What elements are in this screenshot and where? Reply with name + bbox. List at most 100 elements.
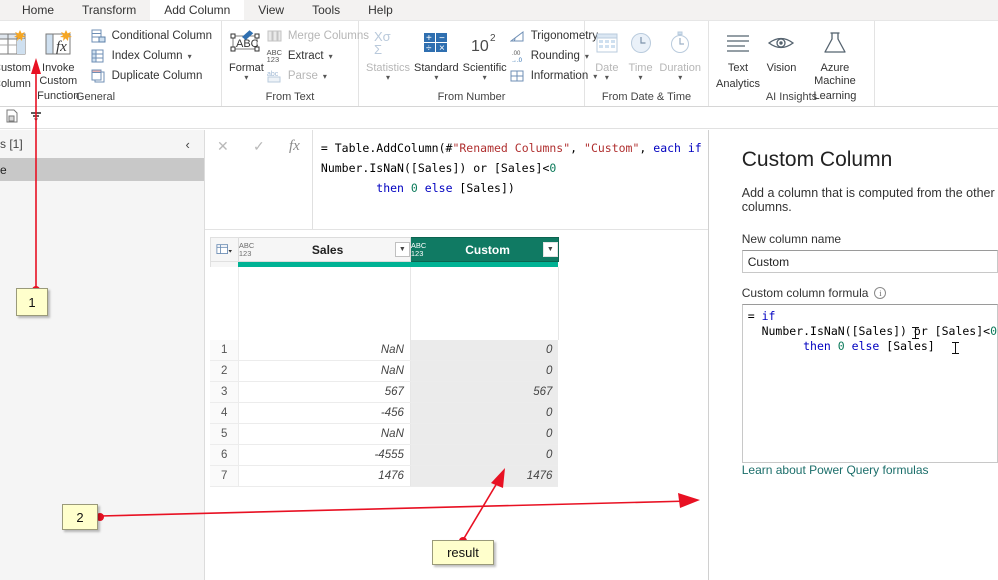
standard-button[interactable]: + − ÷ × Standard ▾ <box>412 25 461 81</box>
table-row[interactable]: 7 1476 1476 <box>210 465 559 487</box>
row-index: 7 <box>210 465 239 487</box>
column-filter-dropdown-sales[interactable]: ▼ <box>394 242 410 257</box>
cell-sales[interactable]: 567 <box>237 381 411 403</box>
information-icon <box>509 68 526 84</box>
cell-custom[interactable]: 1476 <box>410 465 559 487</box>
table-row[interactable]: 1 NaN 0 <box>210 339 559 361</box>
ribbon-group-from-date-time-title: From Date & Time <box>601 91 692 103</box>
grid-blank-index <box>210 266 239 340</box>
tab-add-column[interactable]: Add Column <box>150 0 245 20</box>
type-icon-abc123: ABC 123 <box>238 241 255 258</box>
queries-pane-title: s [1] <box>0 137 23 151</box>
cancel-icon[interactable]: ✕ <box>217 138 229 155</box>
table-corner-button[interactable] <box>209 237 239 262</box>
formula-bar: ✕ ✓ fx = Table.AddColumn(#"Renamed Colum… <box>204 130 708 230</box>
table-row[interactable]: 2 NaN 0 <box>210 360 559 382</box>
row-index: 2 <box>210 360 239 382</box>
query-toolbar-strip <box>0 107 998 129</box>
fx-icon[interactable]: fx <box>289 138 300 155</box>
column-header-sales[interactable]: ABC 123 Sales ▼ <box>237 237 411 262</box>
info-icon[interactable]: i <box>874 287 887 299</box>
ribbon-tab-bar: Home Transform Add Column View Tools Hel… <box>0 0 998 21</box>
conditional-column-label: Conditional Column <box>111 30 212 42</box>
chevron-down-icon[interactable]: ▾ <box>639 73 643 81</box>
new-column-name-input[interactable]: Custom <box>741 250 998 273</box>
vision-eye-icon <box>766 27 796 59</box>
chevron-down-icon[interactable]: ▾ <box>605 73 609 81</box>
duplicate-column-icon <box>90 68 107 84</box>
custom-column-button[interactable]: Custom Column <box>0 25 33 90</box>
table-row[interactable]: 3 567 567 <box>210 381 559 403</box>
svg-text:Σ: Σ <box>374 42 382 57</box>
formula-bar-input[interactable]: = Table.AddColumn(#"Renamed Columns", "C… <box>313 130 708 229</box>
conditional-column-button[interactable]: Conditional Column <box>90 26 216 46</box>
extract-button[interactable]: ABC 123 Extract ▾ <box>266 46 373 66</box>
chevron-down-icon[interactable]: ▾ <box>329 52 333 61</box>
query-list-item[interactable]: e <box>0 158 204 181</box>
cell-custom[interactable]: 0 <box>410 423 559 445</box>
table-row[interactable]: 6 -4555 0 <box>210 444 559 466</box>
collapse-pane-icon[interactable]: ‹ <box>186 137 196 152</box>
cell-sales[interactable]: 1476 <box>237 465 411 487</box>
azure-machine-learning-icon <box>821 27 849 59</box>
custom-column-formula-input[interactable]: = if Number.IsNaN([Sales]) or [Sales]<0 … <box>741 304 998 463</box>
tab-transform[interactable]: Transform <box>68 0 150 20</box>
cell-custom[interactable]: 0 <box>410 339 559 361</box>
cell-custom[interactable]: 567 <box>410 381 559 403</box>
vision-button[interactable]: Vision <box>762 25 801 75</box>
grid-blank-custom <box>409 266 559 340</box>
column-filter-dropdown-custom[interactable]: ▼ <box>542 242 558 257</box>
svg-text:10: 10 <box>471 38 489 55</box>
index-column-button[interactable]: Index Column ▾ <box>90 46 216 66</box>
index-column-label: Index Column <box>111 50 183 62</box>
stopwatch-icon <box>667 27 693 59</box>
cell-sales[interactable]: NaN <box>237 423 411 445</box>
text-cursor-icon <box>951 342 959 354</box>
duplicate-column-button[interactable]: Duplicate Column <box>90 66 216 86</box>
statistics-sigma-icon: Χσ Σ <box>371 27 405 59</box>
table-row[interactable]: 5 NaN 0 <box>210 423 559 445</box>
tab-tools[interactable]: Tools <box>298 0 354 20</box>
new-source-icon[interactable] <box>4 108 21 128</box>
custom-column-formula-label: Custom column formula i <box>742 286 998 300</box>
table-row[interactable]: 4 -456 0 <box>210 402 559 424</box>
cell-custom[interactable]: 0 <box>410 444 559 466</box>
format-abc-icon: ABC <box>229 27 263 59</box>
cell-custom[interactable]: 0 <box>410 360 559 382</box>
cell-sales[interactable]: NaN <box>237 360 411 382</box>
statistics-button[interactable]: Χσ Σ Statistics ▾ <box>364 25 412 81</box>
chevron-down-icon[interactable]: ▾ <box>323 72 327 81</box>
merge-columns-button[interactable]: Merge Columns <box>266 26 373 46</box>
chevron-down-icon[interactable]: ▾ <box>434 73 438 81</box>
cell-sales[interactable]: -4555 <box>237 444 411 466</box>
text-analytics-button[interactable]: Text Analytics <box>714 25 762 90</box>
column-name-custom: Custom <box>465 242 510 257</box>
cell-sales[interactable]: -456 <box>237 402 411 424</box>
cell-sales[interactable]: NaN <box>237 339 411 361</box>
chevron-down-icon[interactable]: ▾ <box>386 73 390 81</box>
tab-home[interactable]: Home <box>8 0 68 20</box>
preview-table: ABC 123 Sales ▼ ABC 123 Custom ▼ 1 NaN 0… <box>209 237 559 487</box>
rounding-label: Rounding <box>530 50 580 62</box>
cell-custom[interactable]: 0 <box>410 402 559 424</box>
chevron-down-icon[interactable]: ▾ <box>483 73 487 81</box>
learn-power-query-formulas-link[interactable]: Learn about Power Query formulas <box>742 463 929 477</box>
filter-icon[interactable] <box>29 109 43 126</box>
scientific-button[interactable]: 10 2 Scientific ▾ <box>461 25 509 81</box>
tab-view[interactable]: View <box>244 0 298 20</box>
accept-icon[interactable]: ✓ <box>253 138 265 155</box>
scientific-power-icon: 10 2 <box>468 27 502 59</box>
duration-button[interactable]: Duration ▾ <box>657 25 703 81</box>
column-name-sales: Sales <box>311 242 344 257</box>
tab-help[interactable]: Help <box>354 0 407 20</box>
format-button[interactable]: ABC Format ▾ <box>227 25 266 81</box>
chevron-down-icon[interactable]: ▾ <box>244 73 248 81</box>
date-button[interactable]: Date ▾ <box>590 25 624 81</box>
parse-button[interactable]: abc Parse ▾ <box>266 66 373 86</box>
center-area: ✕ ✓ fx = Table.AddColumn(#"Renamed Colum… <box>204 130 708 580</box>
chevron-down-icon[interactable]: ▾ <box>678 73 682 81</box>
invoke-custom-function-label-line1: Invoke Custom <box>39 62 78 87</box>
time-button[interactable]: Time ▾ <box>624 25 658 81</box>
chevron-down-icon[interactable]: ▾ <box>188 52 192 61</box>
column-header-custom[interactable]: ABC 123 Custom ▼ <box>409 237 559 262</box>
